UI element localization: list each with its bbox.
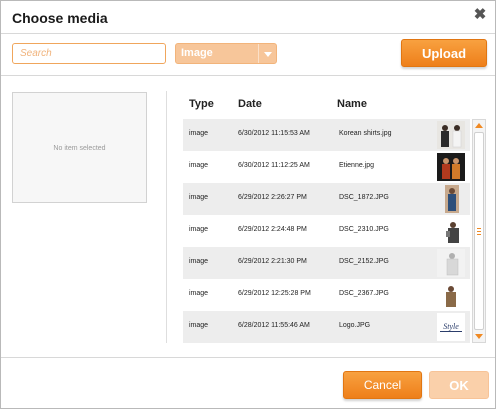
- search-input[interactable]: [12, 43, 166, 64]
- media-row[interactable]: image 6/30/2012 11:12:25 AM Etienne.jpg: [183, 151, 470, 183]
- row-date: 6/29/2012 2:21:30 PM: [238, 258, 307, 265]
- row-name: Logo.JPG: [339, 322, 371, 329]
- choose-media-dialog: Choose media ✖ Image Upload No item sele…: [0, 0, 496, 409]
- row-date: 6/30/2012 11:15:53 AM: [238, 130, 310, 137]
- media-list: image 6/30/2012 11:15:53 AM Korean shirt…: [183, 119, 470, 343]
- logo-thumbnail-image: Style: [437, 313, 465, 341]
- svg-text:Style: Style: [443, 322, 459, 331]
- grip-line: [477, 228, 481, 229]
- close-icon[interactable]: ✖: [473, 7, 487, 23]
- media-row[interactable]: image 6/29/2012 2:24:48 PM DSC_2310.JPG: [183, 215, 470, 247]
- row-type: image: [189, 322, 209, 329]
- dialog-header: Choose media ✖: [1, 1, 495, 34]
- dialog-footer: Cancel OK: [1, 357, 495, 409]
- media-row[interactable]: image 6/29/2012 2:21:30 PM DSC_2152.JPG: [183, 247, 470, 279]
- list-scrollbar[interactable]: [472, 119, 486, 343]
- dialog-title: Choose media: [12, 10, 108, 26]
- media-row[interactable]: image 6/28/2012 11:55:46 AM Logo.JPG Sty…: [183, 311, 470, 343]
- thumbnail-image: [437, 153, 465, 181]
- row-date: 6/28/2012 11:55:46 AM: [238, 322, 310, 329]
- row-name: DSC_1872.JPG: [339, 194, 389, 201]
- grip-line: [477, 234, 481, 235]
- row-date: 6/30/2012 11:12:25 AM: [238, 162, 310, 169]
- thumbnail-image: [437, 121, 465, 149]
- row-name: DSC_2310.JPG: [339, 226, 389, 233]
- media-row[interactable]: image 6/29/2012 2:26:27 PM DSC_1872.JPG: [183, 183, 470, 215]
- scroll-down-arrow-icon[interactable]: [473, 331, 485, 342]
- row-type: image: [189, 194, 209, 201]
- row-name: Etienne.jpg: [339, 162, 375, 169]
- scrollbar-thumb[interactable]: [474, 132, 484, 330]
- upload-button[interactable]: Upload: [401, 39, 487, 67]
- grip-line: [477, 231, 481, 232]
- thumbnail-image: [437, 217, 465, 245]
- thumbnail-image: [437, 249, 465, 277]
- preview-empty-text: No item selected: [53, 145, 106, 152]
- row-type: image: [189, 226, 209, 233]
- ok-button[interactable]: OK: [429, 371, 489, 399]
- media-type-selected: Image: [181, 47, 213, 59]
- cancel-button[interactable]: Cancel: [343, 371, 422, 399]
- row-date: 6/29/2012 2:26:27 PM: [238, 194, 307, 201]
- row-name: DSC_2152.JPG: [339, 258, 389, 265]
- toolbar: Image Upload: [1, 35, 495, 76]
- row-date: 6/29/2012 12:25:28 PM: [238, 290, 311, 297]
- media-row[interactable]: image 6/29/2012 12:25:28 PM DSC_2367.JPG: [183, 279, 470, 311]
- preview-panel: No item selected: [12, 92, 147, 203]
- media-row[interactable]: image 6/30/2012 11:15:53 AM Korean shirt…: [183, 119, 470, 151]
- chevron-down-icon: [258, 44, 276, 63]
- row-type: image: [189, 290, 209, 297]
- thumbnail-image: [437, 185, 465, 213]
- row-type: image: [189, 162, 209, 169]
- scroll-up-arrow-icon[interactable]: [473, 120, 485, 131]
- column-header-name[interactable]: Name: [337, 98, 367, 110]
- column-header-type[interactable]: Type: [189, 98, 214, 110]
- row-date: 6/29/2012 2:24:48 PM: [238, 226, 307, 233]
- row-type: image: [189, 130, 209, 137]
- thumbnail-image: [437, 281, 465, 309]
- row-name: DSC_2367.JPG: [339, 290, 389, 297]
- row-type: image: [189, 258, 209, 265]
- column-header-date[interactable]: Date: [238, 98, 262, 110]
- media-type-select[interactable]: Image: [175, 43, 277, 64]
- panel-divider: [166, 91, 167, 343]
- row-name: Korean shirts.jpg: [339, 130, 392, 137]
